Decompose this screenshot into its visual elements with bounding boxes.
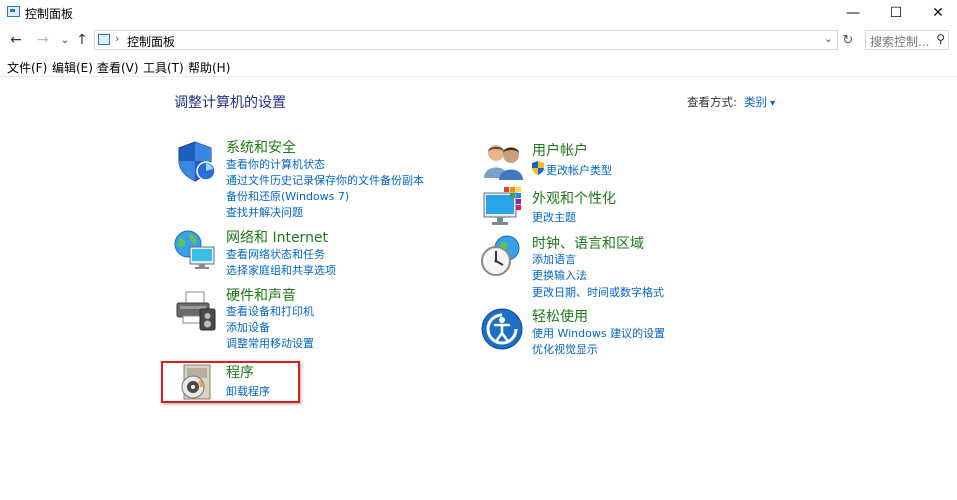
window-title: 控制面板 xyxy=(25,7,74,21)
search-placeholder: 搜索控制... xyxy=(870,35,930,49)
network-globe-icon[interactable] xyxy=(173,227,217,271)
address-dropdown-icon[interactable]: ⌄ xyxy=(824,32,833,45)
link-optimize-visual-display[interactable]: 优化视觉显示 xyxy=(532,341,598,357)
search-input[interactable]: 搜索控制... ⚲ xyxy=(865,30,949,50)
users-icon[interactable] xyxy=(482,140,526,184)
category-title-network-internet[interactable]: 网络和 Internet xyxy=(226,227,328,247)
link-network-status[interactable]: 查看网络状态和任务 xyxy=(226,246,325,262)
category-title-user-accounts[interactable]: 用户帐户 xyxy=(532,140,588,160)
link-change-input-method[interactable]: 更换输入法 xyxy=(532,267,587,283)
category-title-hardware-sound[interactable]: 硬件和声音 xyxy=(226,285,296,305)
menu-bar: 文件(F) 编辑(E) 查看(V) 工具(T) 帮助(H) xyxy=(0,56,957,77)
shield-icon[interactable] xyxy=(175,139,219,183)
link-add-device[interactable]: 添加设备 xyxy=(226,319,270,335)
breadcrumb-separator-icon: › xyxy=(115,32,120,45)
menu-tools[interactable]: 工具(T) xyxy=(143,59,184,76)
forward-arrow-icon[interactable]: → xyxy=(33,30,53,50)
menu-help[interactable]: 帮助(H) xyxy=(188,59,230,76)
link-view-computer-status[interactable]: 查看你的计算机状态 xyxy=(226,156,325,172)
address-bar[interactable]: › 控制面板 ⌄ xyxy=(94,30,838,50)
category-title-ease-of-access[interactable]: 轻松使用 xyxy=(532,306,588,326)
minimize-button[interactable]: — xyxy=(830,0,876,26)
close-button[interactable]: ✕ xyxy=(915,0,957,26)
uac-shield-icon xyxy=(532,161,544,175)
menu-view[interactable]: 查看(V) xyxy=(97,59,139,76)
monitor-palette-icon[interactable] xyxy=(482,185,526,229)
view-by-label: 查看方式: xyxy=(687,95,737,109)
refresh-icon[interactable]: ↻ xyxy=(839,30,857,50)
menu-file[interactable]: 文件(F) xyxy=(7,59,47,76)
category-title-system-security[interactable]: 系统和安全 xyxy=(226,137,296,157)
control-panel-icon xyxy=(7,6,20,17)
link-troubleshoot[interactable]: 查找并解决问题 xyxy=(226,204,303,220)
category-title-appearance-personalization[interactable]: 外观和个性化 xyxy=(532,188,616,208)
control-panel-icon xyxy=(98,34,110,45)
link-mobility-settings[interactable]: 调整常用移动设置 xyxy=(226,335,314,351)
link-file-history-backup[interactable]: 通过文件历史记录保存你的文件备份副本 xyxy=(226,172,424,188)
link-backup-restore[interactable]: 备份和还原(Windows 7) xyxy=(226,188,349,204)
link-windows-recommended-settings[interactable]: 使用 Windows 建议的设置 xyxy=(532,325,665,341)
link-change-date-time-format[interactable]: 更改日期、时间或数字格式 xyxy=(532,284,664,300)
link-add-language[interactable]: 添加语言 xyxy=(532,251,576,267)
ease-of-access-icon[interactable] xyxy=(480,307,524,351)
page-title: 调整计算机的设置 xyxy=(174,95,286,111)
navigation-bar: ← → ⌄ ↑ › 控制面板 ⌄ xyxy=(0,28,957,52)
clock-globe-icon[interactable] xyxy=(479,234,523,278)
category-title-clock-language-region[interactable]: 时钟、语言和区域 xyxy=(532,233,644,253)
printer-icon[interactable] xyxy=(174,289,218,333)
link-devices-printers[interactable]: 查看设备和打印机 xyxy=(226,303,314,319)
search-icon[interactable]: ⚲ xyxy=(936,32,945,46)
up-arrow-icon[interactable]: ↑ xyxy=(72,30,92,50)
highlight-box xyxy=(161,361,300,403)
link-change-theme[interactable]: 更改主题 xyxy=(532,209,576,225)
link-homegroup-sharing[interactable]: 选择家庭组和共享选项 xyxy=(226,262,336,278)
breadcrumb-control-panel[interactable]: 控制面板 xyxy=(127,33,175,50)
title-bar: 控制面板 — ☐ ✕ xyxy=(0,0,957,26)
view-by-dropdown[interactable]: 类别 xyxy=(744,94,775,110)
menu-edit[interactable]: 编辑(E) xyxy=(52,59,93,76)
link-change-account-type[interactable]: 更改帐户类型 xyxy=(546,162,612,178)
maximize-button[interactable]: ☐ xyxy=(873,0,919,26)
back-arrow-icon[interactable]: ← xyxy=(6,30,26,50)
